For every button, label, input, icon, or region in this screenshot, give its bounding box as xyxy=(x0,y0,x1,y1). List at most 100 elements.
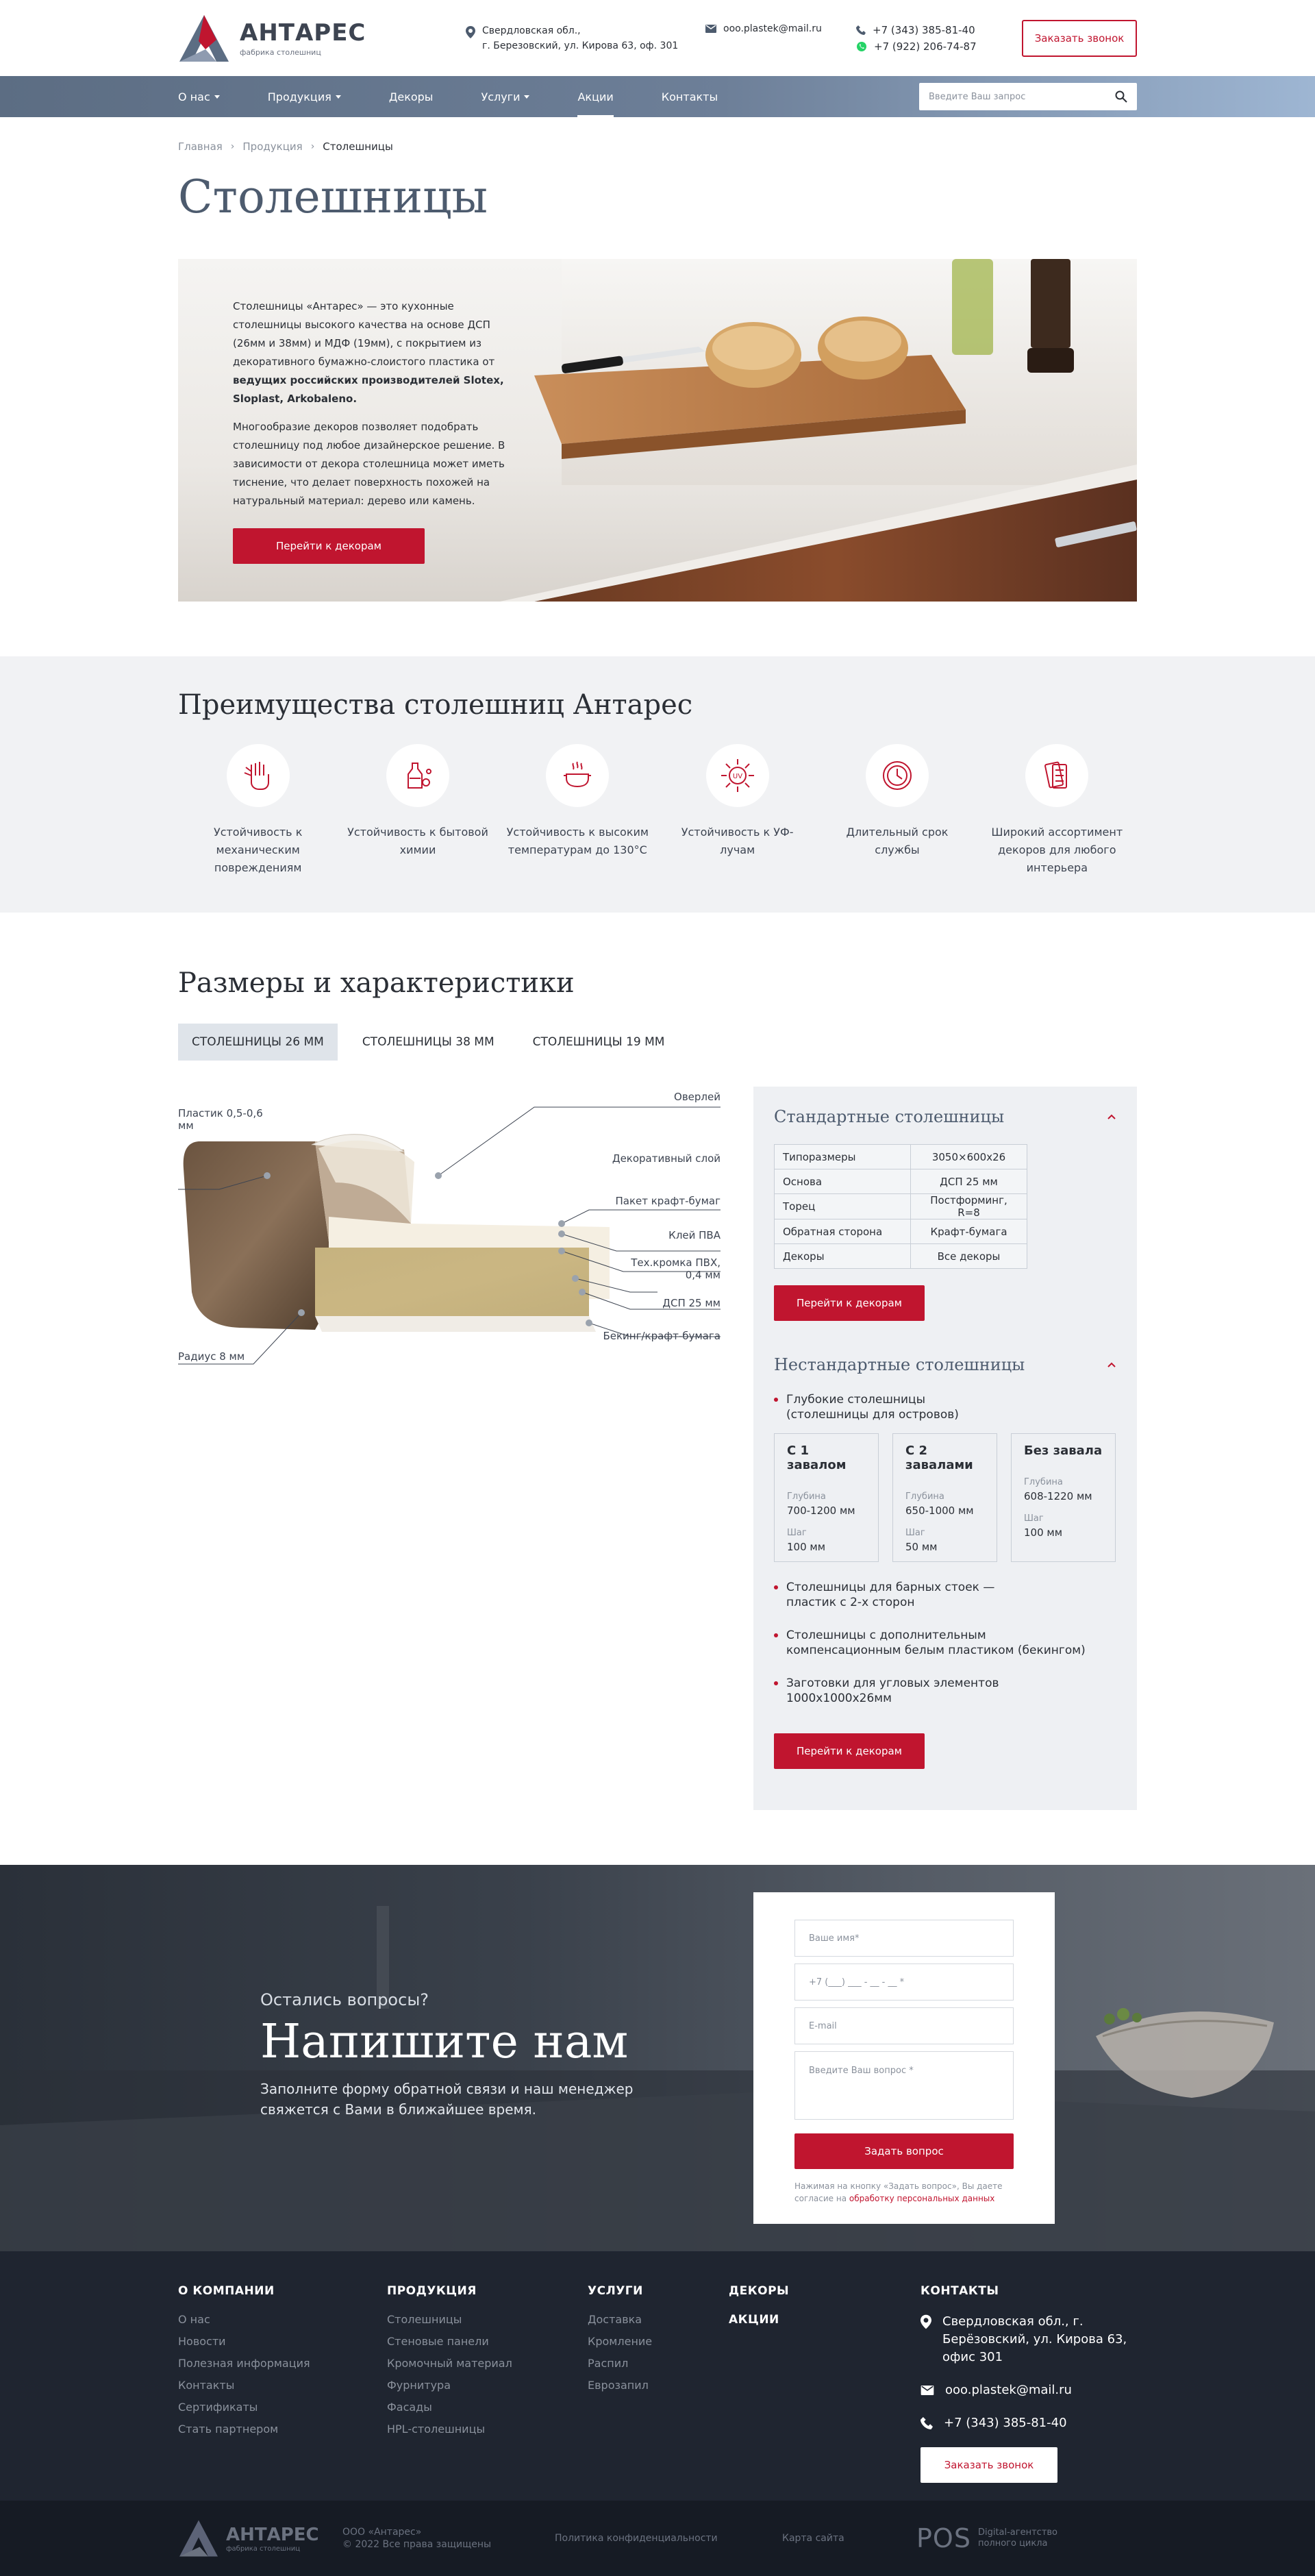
footer-email[interactable]: ooo.plastek@mail.ru xyxy=(920,2381,1137,2399)
main-nav: О нас Продукция Декоры Услуги Акции Конт… xyxy=(0,76,1315,117)
breadcrumb-home[interactable]: Главная xyxy=(178,140,223,153)
table-row: Обратная сторона Крафт-бумага xyxy=(774,1219,1027,1244)
hero-banner: Столешницы «Антарес» — это кухонные стол… xyxy=(178,259,1137,602)
location-pin-icon xyxy=(920,2314,931,2329)
header-email[interactable]: ooo.plastek@mail.ru xyxy=(705,23,856,34)
sizes-title: Размеры и характеристики xyxy=(178,967,575,999)
footer-decors-link[interactable]: ДЕКОРЫ xyxy=(729,2284,920,2298)
footer-promo-link[interactable]: АКЦИИ xyxy=(729,2313,920,2327)
agency-logo: POS xyxy=(916,2523,971,2553)
contact-title: Напишите нам xyxy=(260,2015,629,2069)
footer-call-button[interactable]: Заказать звонок xyxy=(920,2447,1057,2483)
chevron-up-icon[interactable] xyxy=(1107,1360,1116,1370)
footer-link[interactable]: Фасады xyxy=(387,2401,588,2414)
footer-link[interactable]: Еврозапил xyxy=(588,2379,729,2392)
location-pin-icon xyxy=(466,25,475,38)
page-title: Столешницы xyxy=(178,171,488,223)
footer-contacts: КОНТАКТЫ Свердловская обл., г. Берёзовск… xyxy=(920,2284,1137,2483)
layer-kraft-label: Пакет крафт-бумаг xyxy=(615,1195,721,1207)
footer-decors: ДЕКОРЫ АКЦИИ xyxy=(729,2284,920,2483)
logo-mark-icon xyxy=(179,2520,218,2557)
phone-icon xyxy=(920,2417,933,2429)
footer-address: Свердловская обл., г. Берёзовский, ул. К… xyxy=(920,2313,1137,2366)
layer-edge-label: Тех.кромка ПВХ, 0,4 мм xyxy=(631,1256,721,1281)
advantage-item: Устойчивость к бытовой химии xyxy=(338,744,497,877)
tab-38mm[interactable]: СТОЛЕШНИЦЫ 38 ММ xyxy=(349,1024,508,1061)
nav-item-services[interactable]: Услуги xyxy=(481,76,530,117)
phone-1[interactable]: +7 (343) 385-81-40 xyxy=(856,24,993,36)
footer-link[interactable]: Контакты xyxy=(178,2379,387,2392)
tab-26mm[interactable]: СТОЛЕШНИЦЫ 26 ММ xyxy=(178,1024,338,1061)
privacy-link[interactable]: обработку персональных данных xyxy=(849,2194,995,2203)
footer-products: ПРОДУКЦИЯ Столешницы Стеновые панели Кро… xyxy=(387,2284,588,2483)
nav-item-about[interactable]: О нас xyxy=(178,76,220,117)
hand-scratch-icon xyxy=(244,762,269,790)
footer-phone[interactable]: +7 (343) 385-81-40 xyxy=(920,2414,1137,2432)
layer-radius-label: Радиус 8 мм xyxy=(178,1350,245,1363)
footer-company: О КОМПАНИИ О нас Новости Полезная информ… xyxy=(178,2284,387,2483)
layer-overlay-label: Оверлей xyxy=(674,1091,721,1103)
swatches-icon xyxy=(1044,761,1068,789)
phone-2[interactable]: +7 (922) 206-74-87 xyxy=(856,40,993,53)
layers-diagram: Пластик 0,5-0,6 мм Радиус 8 мм Оверлей Д… xyxy=(178,1087,726,1395)
nav-item-promo[interactable]: Акции xyxy=(577,76,614,117)
custom-accordion-header[interactable]: Нестандартные столешницы xyxy=(774,1355,1116,1374)
go-to-decors-button[interactable]: Перейти к декорам xyxy=(233,528,425,564)
site-footer: О КОМПАНИИ О нас Новости Полезная информ… xyxy=(0,2251,1315,2501)
tab-19mm[interactable]: СТОЛЕШНИЦЫ 19 ММ xyxy=(519,1024,679,1061)
logo-tagline: фабрика столешниц xyxy=(240,48,321,57)
agency-credit[interactable]: POS Digital-агентство полного цикла xyxy=(916,2523,1057,2553)
footer-link[interactable]: Кромление xyxy=(588,2335,729,2348)
depth-card: Без завала Глубина 608-1220 мм Шаг 100 м… xyxy=(1011,1433,1116,1562)
chemistry-icon xyxy=(407,763,431,789)
privacy-policy-link[interactable]: Политика конфиденциальности xyxy=(555,2533,782,2544)
footer-link[interactable]: О нас xyxy=(178,2313,387,2326)
search-input[interactable]: Введите Ваш запрос xyxy=(919,83,1137,110)
name-field[interactable]: Ваше имя* xyxy=(794,1920,1014,1957)
nav-item-decors[interactable]: Декоры xyxy=(389,76,434,117)
search-icon[interactable] xyxy=(1115,90,1127,103)
logo-name: АНТАРЕС xyxy=(240,19,366,47)
footer-link[interactable]: Столешницы xyxy=(387,2313,588,2326)
footer-link[interactable]: Кромочный материал xyxy=(387,2357,588,2370)
custom-go-to-decors-button[interactable]: Перейти к декорам xyxy=(774,1733,925,1769)
advantages-section: Преимущества столешниц Антарес Устойчиво… xyxy=(0,656,1315,913)
svg-text:UV: UV xyxy=(733,773,742,780)
standard-go-to-decors-button[interactable]: Перейти к декорам xyxy=(774,1285,925,1321)
email-field[interactable]: E-mail xyxy=(794,2007,1014,2044)
hot-pot-icon xyxy=(564,761,592,788)
site-header: АНТАРЕС фабрика столешниц Свердловская о… xyxy=(0,0,1315,76)
call-request-button[interactable]: Заказать звонок xyxy=(1022,19,1137,57)
consent-text: Нажимая на кнопку «Задать вопрос», Вы да… xyxy=(794,2181,1003,2203)
chevron-up-icon[interactable] xyxy=(1107,1112,1116,1122)
footer-link[interactable]: Стать партнером xyxy=(178,2423,387,2436)
chevron-right-icon: › xyxy=(310,141,315,152)
footer-link[interactable]: Доставка xyxy=(588,2313,729,2326)
footer-link[interactable]: Новости xyxy=(178,2335,387,2348)
contact-section: Остались вопросы? Напишите нам Заполните… xyxy=(0,1865,1315,2251)
footer-link[interactable]: Фурнитура xyxy=(387,2379,588,2392)
nav-item-products[interactable]: Продукция xyxy=(268,76,341,117)
table-row: Торец Постформинг, R=8 xyxy=(774,1193,1027,1219)
breadcrumb-products[interactable]: Продукция xyxy=(242,140,302,153)
standard-accordion-header[interactable]: Стандартные столешницы xyxy=(774,1107,1116,1126)
layer-plastic-label: Пластик 0,5-0,6 мм xyxy=(178,1107,263,1132)
footer-link[interactable]: HPL-столешницы xyxy=(387,2423,588,2436)
footer-logo[interactable]: АНТАРЕС фабрика столешниц xyxy=(178,2519,342,2558)
phone-field[interactable]: +7 (___) ___ - __ - __ * xyxy=(794,1964,1014,2001)
footer-link[interactable]: Полезная информация xyxy=(178,2357,387,2370)
caret-down-icon xyxy=(335,95,341,99)
ask-question-button[interactable]: Задать вопрос xyxy=(794,2133,1014,2169)
logo[interactable]: АНТАРЕС фабрика столешниц xyxy=(178,14,466,63)
countertop-cross-section xyxy=(178,1106,721,1365)
footer-link[interactable]: Стеновые панели xyxy=(387,2335,588,2348)
question-field[interactable]: Введите Ваш вопрос * xyxy=(794,2051,1014,2120)
copyright: ООО «Антарес» © 2022 Все права защищены xyxy=(342,2527,492,2550)
nav-item-contacts[interactable]: Контакты xyxy=(662,76,718,117)
sitemap-link[interactable]: Карта сайта xyxy=(782,2533,916,2544)
footer-link[interactable]: Распил xyxy=(588,2357,729,2370)
advantage-item: Широкий ассортимент декоров для любого и… xyxy=(977,744,1137,877)
footer-link[interactable]: Сертификаты xyxy=(178,2401,387,2414)
mail-icon xyxy=(705,24,716,33)
caret-down-icon xyxy=(524,95,530,99)
